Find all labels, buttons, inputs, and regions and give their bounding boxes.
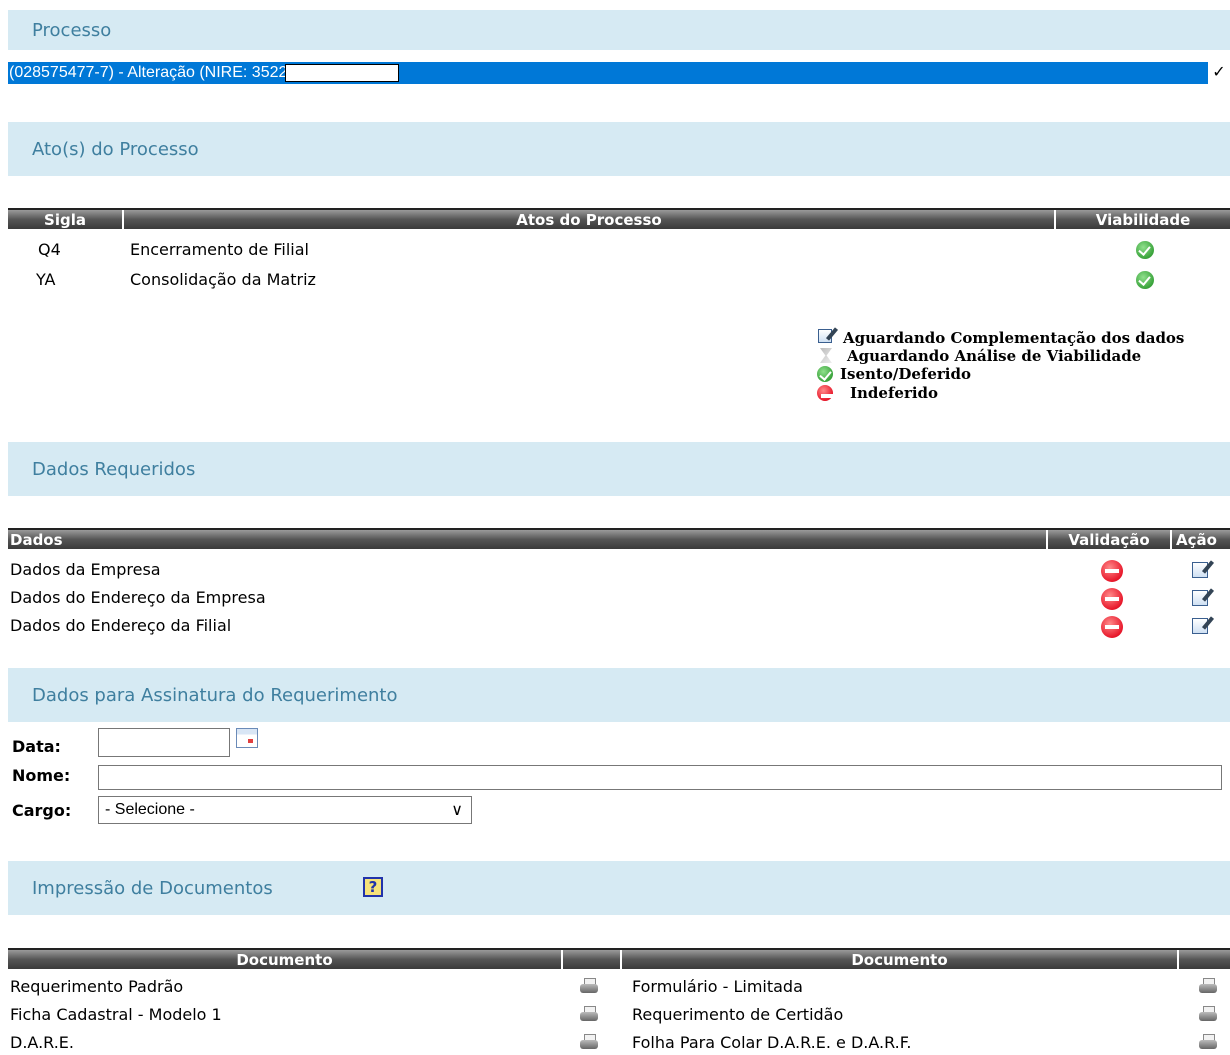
document-link[interactable]: Requerimento de Certidão [632,1005,843,1024]
document-link[interactable]: Folha Para Colar D.A.R.E. e D.A.R.F. [632,1033,911,1052]
data-label: Data: [12,737,61,756]
printer-icon[interactable] [1199,978,1217,994]
cargo-select[interactable]: - Selecione - ∨ [98,796,472,824]
documentos-table-header: Documento Documento [8,948,1230,969]
edit-icon[interactable] [1192,562,1208,578]
edit-icon [818,329,832,343]
ato-sigla: Q4 [38,240,61,259]
printer-icon[interactable] [1199,1034,1217,1050]
legend-item-label: Aguardando Complementação dos dados [843,329,1185,347]
col-sigla: Sigla [44,210,86,229]
check-circle-icon [817,366,833,382]
legend-item-label: Indeferido [850,384,939,402]
check-circle-icon [1136,241,1154,259]
chevron-down-icon[interactable]: ✓ [1208,62,1230,84]
printer-icon[interactable] [1199,1006,1217,1022]
edit-icon[interactable] [1192,618,1208,634]
printer-icon[interactable] [580,978,598,994]
dados-label: Dados do Endereço da Filial [10,616,232,635]
minus-circle-icon [1101,616,1123,638]
help-icon[interactable]: ? [363,877,383,897]
document-link[interactable]: Ficha Cadastral - Modelo 1 [10,1005,222,1024]
col-documento-left: Documento [236,950,333,969]
col-acao: Ação [1176,530,1217,549]
dados-label: Dados do Endereço da Empresa [10,588,266,607]
ato-row: Q4 Encerramento de Filial [0,240,1230,262]
minus-circle-icon [1101,560,1123,582]
col-documento-right: Documento [851,950,948,969]
document-link[interactable]: Requerimento Padrão [10,977,183,996]
legend-item-label: Aguardando Análise de Viabilidade [847,347,1142,365]
col-validacao: Validação [1068,530,1150,549]
printer-icon[interactable] [580,1006,598,1022]
dados-label: Dados da Empresa [10,560,161,579]
impressao-section-header: Impressão de Documentos [8,861,1230,915]
data-input[interactable] [98,728,230,757]
processo-title: Processo [32,19,112,41]
dados-row: Dados do Endereço da Empresa [10,588,1230,612]
chevron-down-icon: ∨ [451,802,463,819]
col-viabilidade: Viabilidade [1095,210,1191,229]
dados-title: Dados Requeridos [32,458,196,480]
document-link[interactable]: Formulário - Limitada [632,977,803,996]
dados-row: Dados do Endereço da Filial [10,616,1230,640]
ato-row: YA Consolidação da Matriz [0,270,1230,292]
dados-row: Dados da Empresa [10,560,1230,584]
atos-table-header: Sigla Atos do Processo Viabilidade [8,208,1230,229]
redacted-box [285,64,400,82]
ato-name: Consolidação da Matriz [130,270,316,289]
ato-sigla: YA [36,270,56,289]
nome-label: Nome: [12,766,71,785]
check-circle-icon [1136,271,1154,289]
processo-select[interactable]: (028575477-7) - Alteração (NIRE: 3522 ✓ [8,62,1230,84]
ato-name: Encerramento de Filial [130,240,309,259]
dados-table-header: Dados Validação Ação [8,528,1230,549]
processo-selected-value: (028575477-7) - Alteração (NIRE: 3522 [9,64,288,81]
col-dados: Dados [10,530,63,549]
cargo-selected-value: - Selecione - [105,801,195,818]
cargo-label: Cargo: [12,801,72,820]
hourglass-icon [820,348,832,363]
edit-icon[interactable] [1192,590,1208,606]
atos-section-header: Ato(s) do Processo [8,122,1230,176]
dados-section-header: Dados Requeridos [8,442,1230,496]
minus-circle-icon [1101,588,1123,610]
document-link[interactable]: D.A.R.E. [10,1033,74,1052]
minus-circle-icon [817,385,835,401]
processo-section-header: Processo [8,10,1230,50]
printer-icon[interactable] [580,1034,598,1050]
assinatura-title: Dados para Assinatura do Requerimento [32,684,398,706]
legend-item-label: Isento/Deferido [840,365,971,383]
atos-title: Ato(s) do Processo [32,138,199,160]
impressao-title: Impressão de Documentos [32,877,273,899]
calendar-icon[interactable] [236,728,258,748]
assinatura-section-header: Dados para Assinatura do Requerimento [8,668,1230,722]
nome-input[interactable] [98,765,1222,790]
col-atos: Atos do Processo [516,210,662,229]
